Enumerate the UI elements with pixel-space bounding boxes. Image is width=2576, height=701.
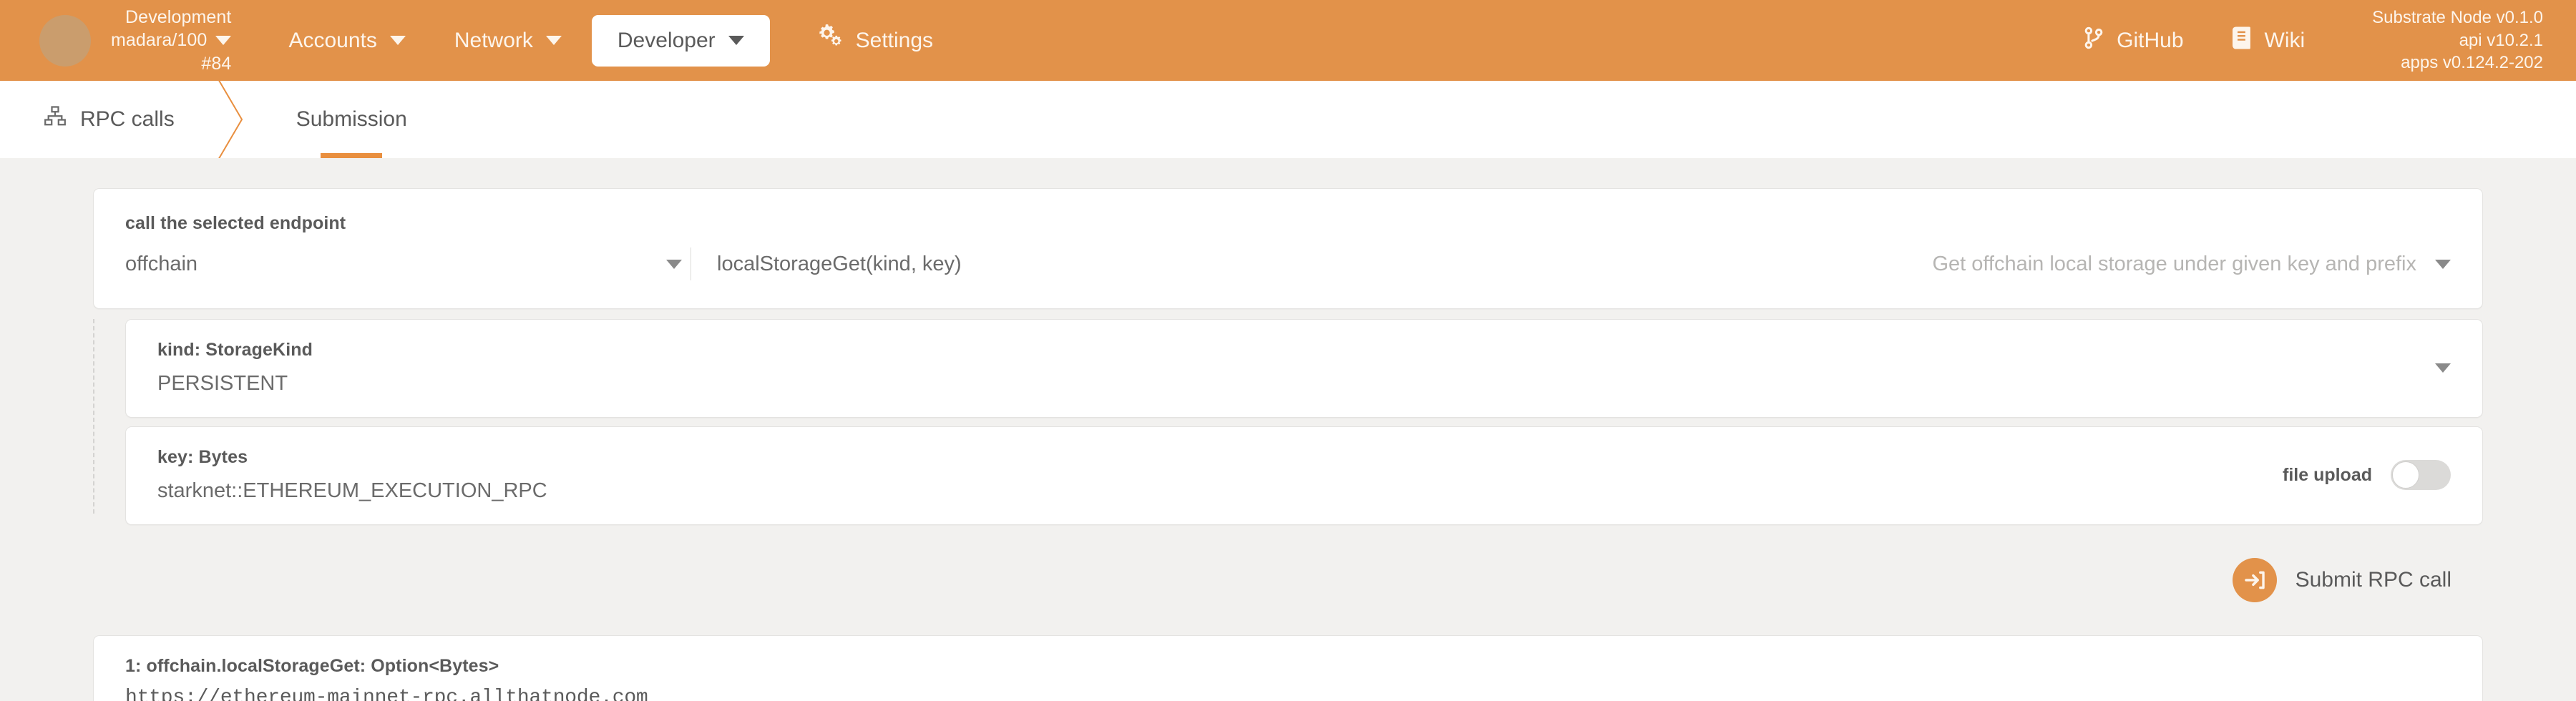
tab-label: RPC calls <box>80 107 175 131</box>
nav-item-network[interactable]: Network <box>430 0 586 81</box>
param-row-kind: kind: StorageKind PERSISTENT <box>125 319 2483 418</box>
apps-version: apps v0.124.2-202 <box>2401 53 2543 73</box>
result-title: 1: offchain.localStorageGet: Option<Byte… <box>125 656 499 676</box>
file-upload-toggle[interactable] <box>2391 460 2451 490</box>
chain-logo-icon <box>39 14 91 67</box>
toggle-knob <box>2392 461 2419 489</box>
param-kind-value[interactable]: PERSISTENT <box>157 372 2414 396</box>
submit-row: Submit RPC call <box>93 558 2483 602</box>
version-info: Substrate Node v0.1.0 api v10.2.1 apps v… <box>2329 6 2576 74</box>
github-link[interactable]: GitHub <box>2059 26 2207 55</box>
gears-icon <box>819 0 843 81</box>
endpoint-row: offchain localStorageGet(kind, key) Get … <box>125 245 2451 283</box>
chevron-down-icon[interactable] <box>215 36 232 45</box>
top-navigation-bar: Development madara/100 #84 Accounts Netw… <box>0 0 2576 81</box>
tab-bar: RPC calls Submission <box>0 81 2576 158</box>
nav-item-label: Network <box>454 29 533 52</box>
nav-item-label: Settings <box>855 29 934 52</box>
submit-rpc-call-button[interactable]: Submit RPC call <box>2232 558 2451 602</box>
chevron-down-icon <box>389 36 406 45</box>
tab-label: Submission <box>296 107 407 131</box>
param-kind-main: kind: StorageKind PERSISTENT <box>157 340 2414 396</box>
endpoint-method-value: localStorageGet(kind, key) <box>717 252 962 275</box>
node-version: Substrate Node v0.1.0 <box>2372 7 2543 27</box>
tab-separator-chevron <box>213 81 258 158</box>
tab-rpc-calls[interactable]: RPC calls <box>0 81 213 158</box>
wiki-label: Wiki <box>2264 28 2306 52</box>
api-version: api v10.2.1 <box>2459 30 2543 50</box>
tab-submission[interactable]: Submission <box>258 81 446 158</box>
nav-item-developer[interactable]: Developer <box>591 14 770 67</box>
endpoint-selector-card: call the selected endpoint offchain loca… <box>93 188 2483 309</box>
wiki-link[interactable]: Wiki <box>2208 26 2330 55</box>
nav-item-settings[interactable]: Settings <box>794 0 957 81</box>
param-key-label: key: Bytes <box>157 447 248 467</box>
book-icon <box>2232 26 2253 55</box>
chevron-down-icon <box>666 259 682 269</box>
endpoint-description-value: Get offchain local storage under given k… <box>1932 252 2416 275</box>
result-card: 1: offchain.localStorageGet: Option<Byte… <box>93 635 2483 701</box>
param-key-main: key: Bytes starknet::ETHEREUM_EXECUTION_… <box>157 447 2261 503</box>
git-branch-icon <box>2083 26 2104 55</box>
main-content: call the selected endpoint offchain loca… <box>0 158 2576 701</box>
parameters-group: kind: StorageKind PERSISTENT key: Bytes … <box>93 319 2483 525</box>
endpoint-description-select[interactable]: Get offchain local storage under given k… <box>1932 245 2451 283</box>
endpoint-section-select[interactable]: offchain <box>125 245 691 283</box>
sitemap-icon <box>44 106 66 133</box>
chain-name: Development <box>125 6 232 27</box>
sign-in-icon <box>2232 558 2277 602</box>
chain-info: Development madara/100 #84 <box>111 6 232 76</box>
chevron-down-icon[interactable] <box>2435 363 2451 373</box>
param-key-controls: file upload <box>2261 460 2451 490</box>
param-key-value[interactable]: starknet::ETHEREUM_EXECUTION_RPC <box>157 479 2261 503</box>
endpoint-field-label: call the selected endpoint <box>125 213 346 233</box>
chevron-down-icon <box>545 36 562 45</box>
nav-item-label: Developer <box>617 28 716 52</box>
param-kind-controls <box>2414 363 2451 373</box>
nav-item-label: Accounts <box>288 29 377 52</box>
chain-selector[interactable]: Development madara/100 #84 <box>39 6 232 76</box>
endpoint-section-value: offchain <box>125 252 198 275</box>
chevron-down-icon <box>728 36 744 45</box>
topbar-right-section: GitHub Wiki Substrate Node v0.1.0 api v1… <box>2059 0 2576 81</box>
endpoint-method-select[interactable]: localStorageGet(kind, key) <box>691 245 1932 283</box>
param-row-key: key: Bytes starknet::ETHEREUM_EXECUTION_… <box>125 426 2483 525</box>
submit-button-label: Submit RPC call <box>2295 568 2451 592</box>
chain-block-number: #84 <box>201 53 232 74</box>
results-section: 1: offchain.localStorageGet: Option<Byte… <box>93 635 2483 701</box>
chevron-down-icon <box>2435 259 2451 269</box>
github-label: GitHub <box>2117 28 2184 52</box>
chain-node: madara/100 <box>111 30 208 51</box>
file-upload-label: file upload <box>2283 464 2372 485</box>
nav-item-accounts[interactable]: Accounts <box>264 0 429 81</box>
param-kind-label: kind: StorageKind <box>157 340 313 360</box>
result-value: https://ethereum-mainnet-rpc.allthatnode… <box>125 687 648 701</box>
